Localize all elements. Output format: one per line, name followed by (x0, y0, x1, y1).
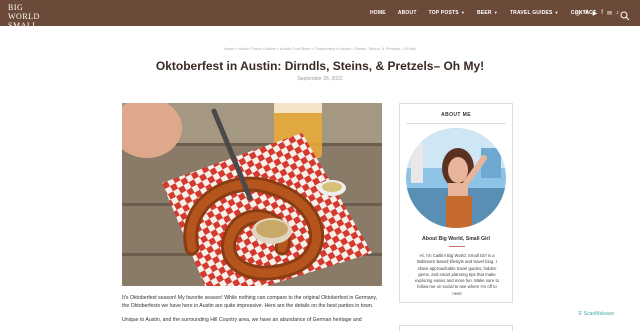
nav-travel-guides-label: TRAVEL GUIDES (509, 10, 553, 16)
accent-divider (449, 246, 465, 247)
logo-line-2: Small Girl (8, 21, 38, 39)
email-icon[interactable]: ✉ (607, 10, 612, 17)
site-header: Big World Small Girl HOME ABOUT TOP POST… (0, 0, 640, 39)
nav-travel-guides[interactable]: TRAVEL GUIDES ▼ (510, 10, 559, 16)
youtube-icon[interactable]: ▶ (593, 10, 598, 17)
shield-icon: ⛨ (578, 311, 582, 317)
about-me-widget: ABOUT ME About Big World, Small Girl Hi,… (399, 103, 513, 303)
article-body: It's Oktoberfest season! My favorite sea… (122, 294, 382, 330)
search-icon[interactable] (620, 8, 630, 21)
chevron-down-icon: ▼ (460, 10, 466, 15)
instagram-icon[interactable]: ◎ (575, 10, 580, 17)
nav-home[interactable]: HOME (370, 10, 386, 16)
site-logo[interactable]: Big World Small Girl (8, 3, 56, 39)
article-paragraph: Unique to Austin, and the surrounding Hi… (122, 317, 362, 323)
nav-beer[interactable]: BEER ▼ (477, 10, 498, 16)
watermark-text: ScanMalware (583, 311, 615, 317)
tiktok-icon[interactable]: ♪ (616, 10, 619, 16)
widget-heading: ABOUT ME (441, 112, 471, 118)
author-bio: Hi, I'm Caitlin! Big World, Small Girl i… (414, 253, 500, 296)
nav-top-posts[interactable]: TOP POSTS ▼ (429, 10, 465, 16)
sidebar-widget-next (399, 325, 513, 331)
article-paragraph: It's Oktoberfest season! My favorite sea… (122, 295, 378, 309)
social-links: ◎ ℗ ▶ f ✉ ♪ (575, 0, 619, 26)
nav-top-posts-label: TOP POSTS (428, 10, 459, 16)
nav-beer-label: BEER (477, 10, 492, 16)
hero-image-pretzel (122, 103, 382, 286)
watermark: ⛨ ScanMalware (578, 311, 614, 317)
logo-line-1: Big World (8, 3, 40, 21)
chevron-down-icon: ▼ (493, 10, 498, 15)
post-date: September 26, 2022 (297, 76, 343, 82)
chevron-down-icon: ▼ (554, 10, 559, 15)
divider (406, 123, 506, 124)
facebook-icon[interactable]: f (601, 10, 603, 16)
author-name: About Big World, Small Girl (422, 236, 490, 242)
nav-about[interactable]: ABOUT (398, 10, 417, 16)
author-avatar (406, 128, 506, 228)
page-title: Oktoberfest in Austin: Dirndls, Steins, … (155, 59, 485, 73)
main-nav: HOME ABOUT TOP POSTS ▼ BEER ▼ TRAVEL GUIDE… (370, 0, 608, 26)
breadcrumb[interactable]: Home » Austin Travel Guides » Austin Cra… (0, 46, 640, 51)
pinterest-icon[interactable]: ℗ (584, 10, 588, 16)
